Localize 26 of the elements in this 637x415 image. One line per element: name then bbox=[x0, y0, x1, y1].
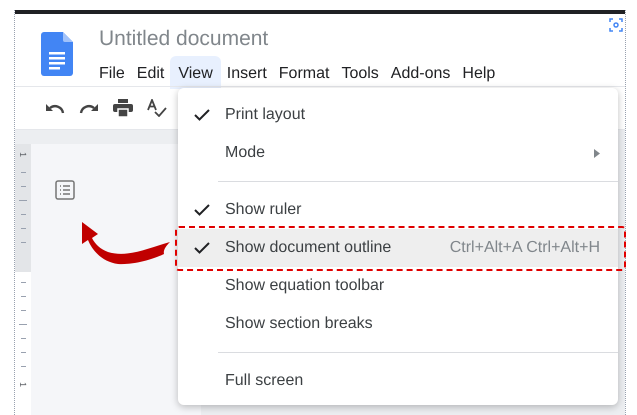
menu-bar-item[interactable]: Help bbox=[456, 56, 502, 89]
menu-bar-item[interactable]: Insert bbox=[220, 56, 273, 89]
document-title[interactable]: Untitled document bbox=[99, 26, 502, 52]
menu-bar-item[interactable]: Edit bbox=[130, 56, 170, 89]
spellcheck-icon[interactable] bbox=[147, 99, 167, 117]
ruler-number: 1 bbox=[18, 382, 28, 387]
menu-bar-item[interactable]: Add-ons bbox=[384, 56, 456, 89]
shortcut-label: Ctrl+Alt+A Ctrl+Alt+H bbox=[450, 238, 600, 258]
menu-bar-item[interactable]: View bbox=[170, 56, 221, 89]
undo-icon[interactable] bbox=[45, 102, 65, 114]
menu-bar-item[interactable]: Tools bbox=[335, 56, 385, 89]
menu-bar-item[interactable]: File bbox=[93, 56, 131, 89]
menu-item[interactable]: Show section breaks bbox=[178, 305, 618, 343]
menu-item[interactable]: Show ruler bbox=[178, 191, 618, 229]
submenu-arrow-icon bbox=[594, 148, 600, 158]
document-outline-icon[interactable] bbox=[55, 180, 75, 200]
document-logo-icon[interactable] bbox=[41, 32, 73, 76]
menu-bar-item[interactable]: Format bbox=[272, 56, 336, 89]
menu-item[interactable]: Mode bbox=[178, 134, 618, 172]
menu-item[interactable]: Print layout bbox=[178, 96, 618, 134]
redo-icon[interactable] bbox=[79, 102, 99, 114]
print-icon[interactable] bbox=[113, 99, 133, 117]
menu-item[interactable]: Show equation toolbar bbox=[178, 267, 618, 305]
scan-icon[interactable] bbox=[609, 18, 623, 32]
menu-item[interactable]: Full screen bbox=[178, 362, 618, 400]
ruler-number: 1 bbox=[18, 152, 28, 157]
